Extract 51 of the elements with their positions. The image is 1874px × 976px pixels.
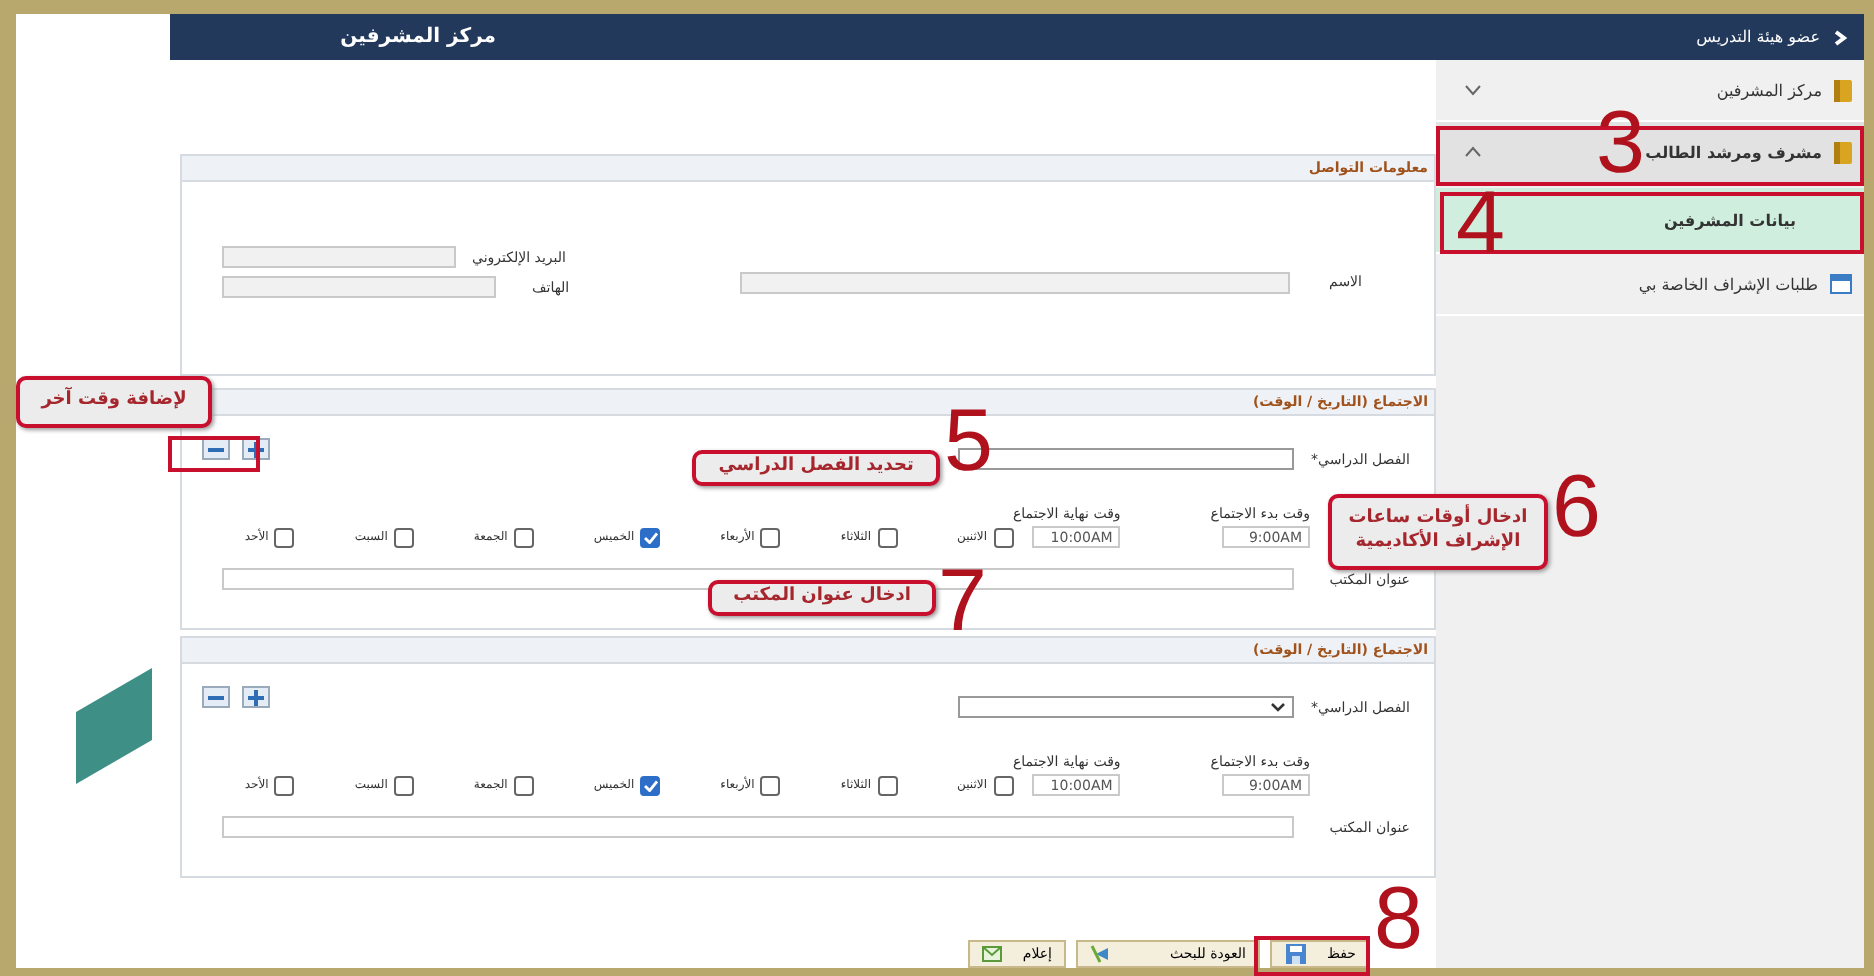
envelope-icon bbox=[982, 944, 1003, 964]
table-icon bbox=[1830, 274, 1852, 294]
highlight-frame bbox=[1254, 936, 1370, 976]
checkbox[interactable] bbox=[877, 527, 898, 547]
checkbox[interactable] bbox=[393, 527, 414, 547]
input-field[interactable] bbox=[222, 276, 496, 298]
input-field[interactable] bbox=[739, 271, 1290, 293]
sidebar-item[interactable]: مركز المشرفين bbox=[1716, 79, 1852, 101]
checkbox[interactable] bbox=[513, 527, 534, 547]
sidebar-item[interactable]: مشرف ومرشد الطالب bbox=[1645, 141, 1852, 163]
input-field[interactable] bbox=[222, 816, 1294, 838]
page-title: مركز المشرفين bbox=[340, 26, 496, 48]
arrow-icon bbox=[1090, 944, 1110, 964]
chevron-down-icon bbox=[1270, 702, 1286, 712]
checkbox[interactable] bbox=[640, 775, 661, 795]
callout-label: تحديد الفصل الدراسي bbox=[692, 450, 940, 486]
checkbox[interactable] bbox=[393, 775, 414, 795]
checkbox[interactable] bbox=[274, 527, 295, 547]
step-number: 6 bbox=[1552, 464, 1601, 552]
checkbox[interactable] bbox=[274, 775, 295, 795]
add-button[interactable] bbox=[242, 686, 270, 708]
folder-icon bbox=[1834, 79, 1852, 101]
sidebar-item[interactable]: طلبات الإشراف الخاصة بي bbox=[1638, 274, 1852, 294]
remove-button[interactable] bbox=[202, 686, 230, 708]
callout-label: ادخال عنوان المكتب bbox=[708, 580, 936, 616]
input-field[interactable] bbox=[222, 246, 456, 268]
step-number: 4 bbox=[1456, 180, 1505, 268]
checkbox[interactable] bbox=[513, 775, 534, 795]
checkbox[interactable] bbox=[877, 775, 898, 795]
plus-icon bbox=[248, 441, 264, 457]
checkbox[interactable] bbox=[760, 527, 781, 547]
chevron-up-icon bbox=[1464, 146, 1482, 158]
remove-button[interactable] bbox=[202, 438, 230, 460]
check-icon bbox=[643, 531, 658, 543]
check-icon bbox=[643, 779, 658, 791]
sidebar-item[interactable]: بيانات المشرفين bbox=[1663, 211, 1796, 229]
highlight-frame bbox=[168, 436, 260, 472]
back-link[interactable]: عضو هيئة التدريس bbox=[1436, 14, 1864, 60]
callout-label: ادخال أوقات ساعات الإشراف الأكاديمية bbox=[1328, 494, 1548, 570]
folder-icon bbox=[1834, 141, 1852, 163]
checkbox[interactable] bbox=[993, 775, 1013, 795]
checkbox[interactable] bbox=[640, 527, 661, 547]
checkbox[interactable] bbox=[760, 775, 781, 795]
dropdown-field[interactable] bbox=[958, 696, 1294, 718]
checkbox[interactable] bbox=[993, 527, 1013, 547]
chevron-icon bbox=[1832, 29, 1848, 45]
step-number: 8 bbox=[1374, 876, 1423, 964]
chevron-down-icon bbox=[1464, 84, 1482, 96]
callout-label: لإضافة وقت آخر bbox=[16, 376, 212, 428]
plus-icon bbox=[248, 689, 264, 705]
decorative-shape bbox=[76, 668, 152, 784]
